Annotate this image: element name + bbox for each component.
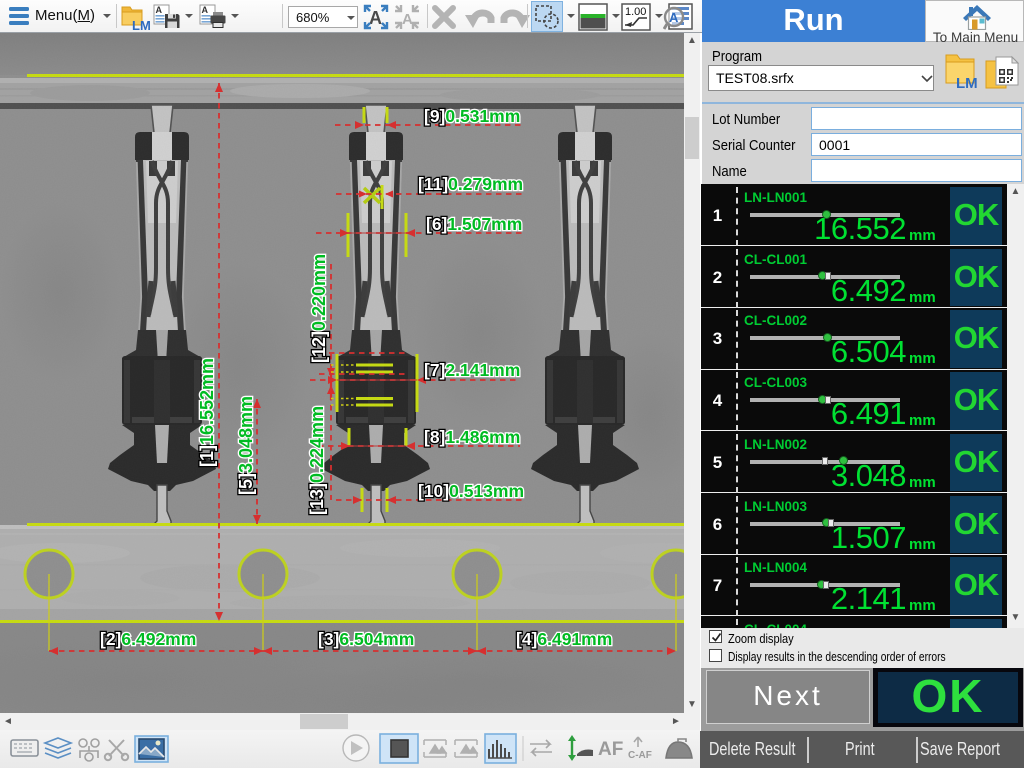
svg-text:[5]3.048mm: [5]3.048mm (236, 396, 256, 495)
svg-text:[6]1.507mm: [6]1.507mm (426, 214, 522, 234)
svg-text:A: A (202, 5, 209, 15)
svg-text:[11]0.279mm: [11]0.279mm (418, 174, 523, 194)
svg-text:AF: AF (598, 739, 623, 760)
svg-text:[9]0.531mm: [9]0.531mm (424, 106, 520, 126)
svg-text:A: A (669, 10, 679, 25)
svg-text:[2]6.492mm: [2]6.492mm (100, 629, 196, 649)
svg-text:1.00: 1.00 (625, 6, 646, 18)
svg-text:[7]2.141mm: [7]2.141mm (424, 360, 520, 380)
svg-text:[12]0.220mm: [12]0.220mm (309, 254, 329, 363)
svg-text:A: A (402, 11, 413, 28)
svg-text:[8]1.486mm: [8]1.486mm (424, 427, 520, 447)
svg-text:[1]16.552mm: [1]16.552mm (197, 358, 217, 467)
svg-text:LM: LM (956, 75, 978, 91)
svg-text:[3]6.504mm: [3]6.504mm (318, 629, 414, 649)
svg-text:[13]0.224mm: [13]0.224mm (307, 406, 327, 515)
svg-text:[4]6.491mm: [4]6.491mm (516, 629, 612, 649)
svg-text:[10]0.513mm: [10]0.513mm (418, 481, 524, 501)
svg-text:LM: LM (132, 18, 151, 31)
svg-text:C-AF: C-AF (628, 750, 652, 761)
svg-text:A: A (156, 5, 163, 15)
svg-text:A: A (369, 8, 382, 28)
